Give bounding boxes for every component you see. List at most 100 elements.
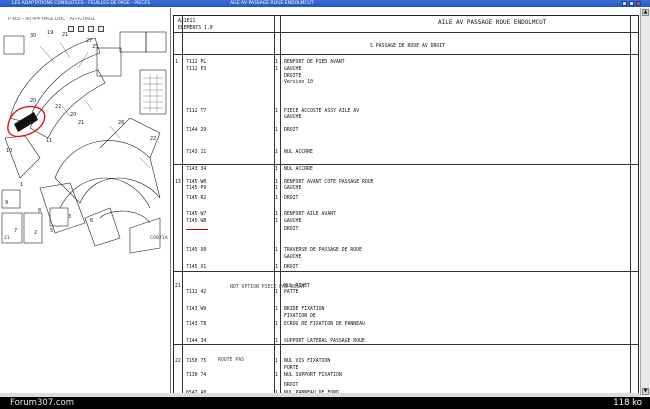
forum-watermark: Forum307.com — [10, 398, 75, 408]
parts-diagram-pane: P 405 - 40 PPP PAGE DOC - AFFICHAGE 30 1… — [0, 8, 171, 396]
inset-part-e — [139, 69, 167, 115]
part-description: NUL VIS FIXATION — [284, 359, 331, 364]
part-description: DROIT — [284, 227, 299, 232]
window-title-right: AILE AV PASSAGE ROUE ENDOLMCUT — [230, 1, 314, 6]
part-description: DROIT — [284, 265, 299, 270]
part-reference[interactable]: 7143 34 — [186, 167, 206, 172]
fender-outline — [9, 37, 101, 124]
part-description: GAUCHE — [284, 67, 302, 72]
file-size-label: 118 ko — [613, 398, 642, 408]
part-description: RENFORT AVANT COTE PASSAGE ROUE — [284, 180, 374, 185]
inset-part-b — [119, 31, 147, 53]
part-quantity: 1 — [275, 150, 278, 155]
part-description: NUL ACCRRE — [284, 167, 313, 172]
part-quantity: 1 — [275, 373, 278, 378]
part-description: Version 10 — [284, 80, 313, 85]
part-reference[interactable]: 7145 X1 — [186, 265, 206, 270]
part-quantity: 1 — [275, 322, 278, 327]
inset-part-i — [49, 207, 69, 227]
part-description: SUPPORT LATERAL PASSAGE ROUE — [284, 339, 365, 344]
callout-label[interactable]: 26 — [118, 120, 124, 126]
part-reference[interactable]: 7145 W7 — [186, 212, 206, 217]
callout-label[interactable]: 8 — [38, 208, 41, 214]
part-quantity: 1 — [275, 339, 278, 344]
window-title: LES ADAPTATIONS CONSULTEES - FEUILLES DE… — [12, 1, 151, 6]
callout-label[interactable]: 22 — [150, 136, 156, 142]
part-quantity: 1 — [275, 307, 278, 312]
callout-label[interactable]: 7 — [14, 228, 17, 234]
callout-label[interactable]: 11 — [46, 138, 52, 144]
part-description: GAUCHE — [284, 115, 302, 120]
part-reference[interactable]: 7145 R2 — [186, 196, 206, 201]
scroll-up-arrow[interactable]: ▲ — [642, 9, 649, 16]
header-right-title: AILE AV PASSAGE ROUE ENDOLMCUT — [438, 19, 547, 26]
row-number: 13 — [175, 180, 181, 185]
callout-label[interactable]: 20 — [70, 112, 76, 118]
callout-label[interactable]: 25 — [92, 44, 98, 50]
inset-part-d — [96, 47, 122, 77]
callout-label[interactable]: 10 — [6, 148, 12, 154]
selected-reference-underline — [186, 229, 208, 230]
callout-label[interactable]: 21 — [62, 32, 68, 38]
part-quantity: 1 — [275, 128, 278, 133]
part-reference[interactable]: 7145 X0 — [186, 248, 206, 253]
callout-label[interactable]: 2 — [34, 230, 37, 236]
part-quantity: 1 — [275, 196, 278, 201]
wheel-arch — [54, 140, 161, 204]
part-reference[interactable]: 7112 42 — [186, 290, 206, 295]
part-reference[interactable]: 7150 75 — [186, 359, 206, 364]
part-reference[interactable]: 7145 W8 — [186, 219, 206, 224]
vertical-scrollbar[interactable]: ▲ ▼ — [640, 8, 650, 396]
row-number: 22 — [175, 359, 181, 364]
part-reference[interactable]: 7145 W0 — [186, 180, 206, 185]
part-reference[interactable]: 7144 34 — [186, 339, 206, 344]
minimize-button[interactable] — [622, 1, 627, 6]
part-description: TRAVERSE DE PASSAGE DE ROUE — [284, 248, 362, 253]
inset-part-c — [145, 31, 167, 53]
part-reference[interactable]: 7145 P9 — [186, 186, 206, 191]
callout-label[interactable]: 22 — [55, 104, 61, 110]
part-reference[interactable]: 7143 W9 — [186, 307, 206, 312]
part-reference[interactable]: 7143 11 — [186, 150, 206, 155]
part-description: DROIT — [284, 128, 299, 133]
side-note: ROUTE PAS — [218, 358, 244, 363]
part-quantity: 1 — [275, 186, 278, 191]
part-reference[interactable]: 7143 T8 — [186, 322, 206, 327]
callout-label[interactable]: 1 — [20, 182, 23, 188]
part-reference[interactable]: 7130 74 — [186, 373, 206, 378]
callout-label[interactable]: 9 — [5, 200, 8, 206]
part-reference[interactable]: 7112 PL — [186, 60, 206, 65]
part-reference[interactable]: 7112 T7 — [186, 109, 206, 114]
row-number: 21 — [175, 284, 181, 289]
part-quantity: 1 — [275, 109, 278, 114]
header-left: A21E11 — [178, 19, 196, 24]
part-quantity: 1 — [275, 180, 278, 185]
part-description: DROITE — [284, 74, 302, 79]
part-description: PORTE — [284, 366, 299, 371]
close-button[interactable] — [636, 1, 641, 6]
exploded-parts-drawing[interactable] — [0, 8, 170, 388]
callout-label[interactable]: 3 — [68, 214, 71, 220]
window-titlebar: LES ADAPTATIONS CONSULTEES - FEUILLES DE… — [0, 0, 650, 7]
parts-list-table: A21E11 ELEMENTS 1.0 AILE AV PASSAGE ROUE… — [173, 15, 639, 396]
callout-label[interactable]: 30 — [30, 33, 36, 39]
side-note: NOT OPTION PIECE PAS ODINT — [230, 285, 306, 290]
callout-label[interactable]: 19 — [47, 30, 53, 36]
footer-bar: Forum307.com 118 ko — [0, 397, 650, 409]
diagram-footer-code: 21 — [4, 236, 10, 241]
part-reference[interactable]: 7112 P3 — [186, 67, 206, 72]
part-quantity: 1 — [275, 67, 278, 72]
part-reference[interactable]: 7144 29 — [186, 128, 206, 133]
maximize-button[interactable] — [629, 1, 634, 6]
part-quantity: 1 — [275, 265, 278, 270]
callout-label[interactable]: 20 — [30, 98, 36, 104]
part-description: ECROU DE FIXATION DE PANNEAU — [284, 322, 365, 327]
part-description: DROIT — [284, 196, 299, 201]
part-description: BRIDE FIXATION — [284, 307, 325, 312]
callout-label[interactable]: 21 — [78, 120, 84, 126]
callout-label[interactable]: 6 — [90, 218, 93, 224]
scroll-down-arrow[interactable]: ▼ — [642, 388, 649, 395]
callout-label[interactable]: 5 — [50, 228, 53, 234]
part-description: GAUCHE — [284, 186, 302, 191]
part-quantity: 1 — [275, 212, 278, 217]
